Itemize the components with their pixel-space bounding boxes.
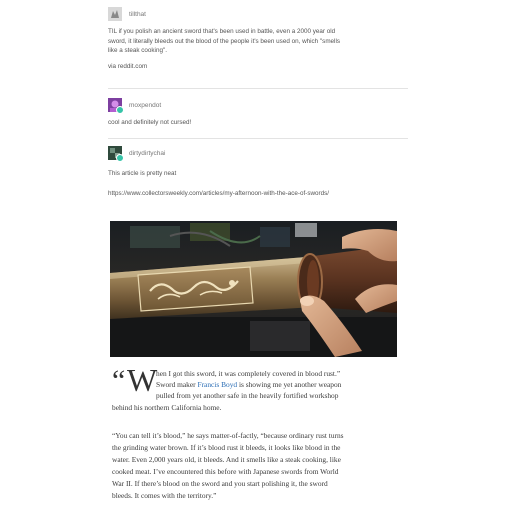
post-2: moxpendot cool and definitely not cursed… xyxy=(108,97,408,128)
article-text: is showing me yet another weapon xyxy=(237,380,342,389)
avatar[interactable] xyxy=(108,146,124,162)
user-avatar-icon xyxy=(108,7,122,21)
opening-quote-mark: “ xyxy=(112,364,126,397)
article-line: hen I got this sword, it was completely … xyxy=(156,369,341,378)
source-link[interactable]: via reddit.com xyxy=(108,62,408,72)
article-line: the grinding water brown. If it’s blood … xyxy=(112,443,341,452)
divider xyxy=(108,88,408,89)
author-link[interactable]: Francis Boyd xyxy=(197,380,237,389)
post-text: TIL if you polish an ancient sword that'… xyxy=(108,27,408,71)
avatar[interactable] xyxy=(108,98,124,114)
text-line: like a steak cooking". xyxy=(108,47,167,54)
online-badge xyxy=(116,154,124,162)
article-line: cooked meat. I’ve encountered this befor… xyxy=(112,467,339,476)
online-badge xyxy=(116,106,124,114)
divider xyxy=(108,138,408,139)
drop-cap: W xyxy=(127,362,158,398)
username[interactable]: moxpendot xyxy=(129,102,161,109)
article-line: pulled from yet another safe in the heav… xyxy=(156,391,339,400)
avatar[interactable] xyxy=(108,7,122,21)
post-1: tillthat TIL if you polish an ancient sw… xyxy=(108,6,408,71)
text-line: TIL if you polish an ancient sword that'… xyxy=(108,28,336,35)
post-text: cool and definitely not cursed! xyxy=(108,119,192,126)
article-line: behind his northern California home. xyxy=(112,403,222,412)
post-text: This article is pretty neat xyxy=(108,170,177,177)
article-line: bleeds. It comes with the territory.” xyxy=(112,491,217,500)
article-line: water. Even 2,000 years old, it bleeds. … xyxy=(112,455,341,464)
article-url-link[interactable]: https://www.collectorsweekly.com/article… xyxy=(108,189,408,199)
article-text: Sword maker xyxy=(156,380,198,389)
article-line: “You can tell it’s blood,” he says matte… xyxy=(112,431,344,440)
article-line: War II. If there’s blood on the sword an… xyxy=(112,479,328,488)
username[interactable]: tillthat xyxy=(129,11,146,18)
sword-photo xyxy=(110,221,397,357)
sword-image xyxy=(110,221,397,357)
article-line: Sword maker Francis Boyd is showing me y… xyxy=(156,380,341,390)
post-3: dirtydirtychai This article is pretty ne… xyxy=(108,145,408,198)
text-line: sword, it literally bleeds out the blood… xyxy=(108,37,341,45)
username[interactable]: dirtydirtychai xyxy=(129,150,165,157)
